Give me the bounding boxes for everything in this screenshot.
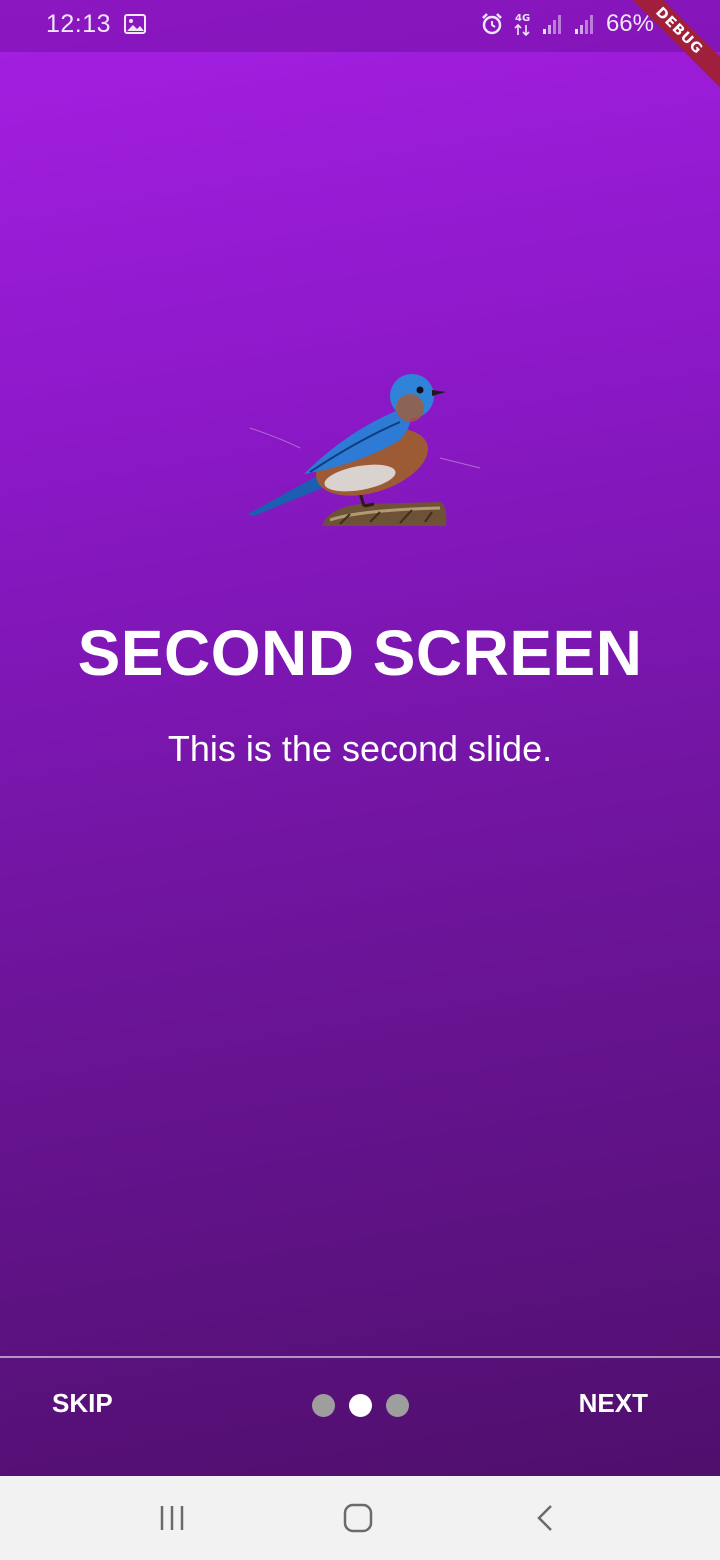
- slide-title: SECOND SCREEN: [77, 617, 643, 689]
- signal-icon: [574, 13, 596, 35]
- page-dot[interactable]: [385, 1394, 409, 1417]
- home-icon[interactable]: [336, 1496, 380, 1540]
- footer-divider: [0, 1356, 720, 1358]
- status-bar: 12:13 4G 66% DEBUG: [0, 0, 720, 99]
- onboarding-screen: 12:13 4G 66% DEBUG SECOND SCREEN This is…: [0, 0, 720, 1476]
- image-icon: [124, 14, 146, 34]
- status-time: 12:13: [46, 10, 112, 38]
- next-button[interactable]: NEXT: [579, 1388, 648, 1419]
- back-icon[interactable]: [524, 1496, 568, 1540]
- slide-description: This is the second slide.: [167, 728, 553, 769]
- alarm-icon: [480, 12, 504, 36]
- network-4g-icon: 4G: [514, 11, 532, 37]
- page-dot-active[interactable]: [348, 1394, 372, 1417]
- page-dot[interactable]: [311, 1394, 335, 1417]
- bluebird-illustration: [240, 368, 490, 532]
- signal-icon: [542, 13, 564, 35]
- system-navigation-bar: [0, 1476, 720, 1560]
- recent-apps-icon[interactable]: [150, 1496, 194, 1540]
- status-icons: 4G 66%: [480, 10, 654, 38]
- svg-text:4G: 4G: [515, 13, 530, 24]
